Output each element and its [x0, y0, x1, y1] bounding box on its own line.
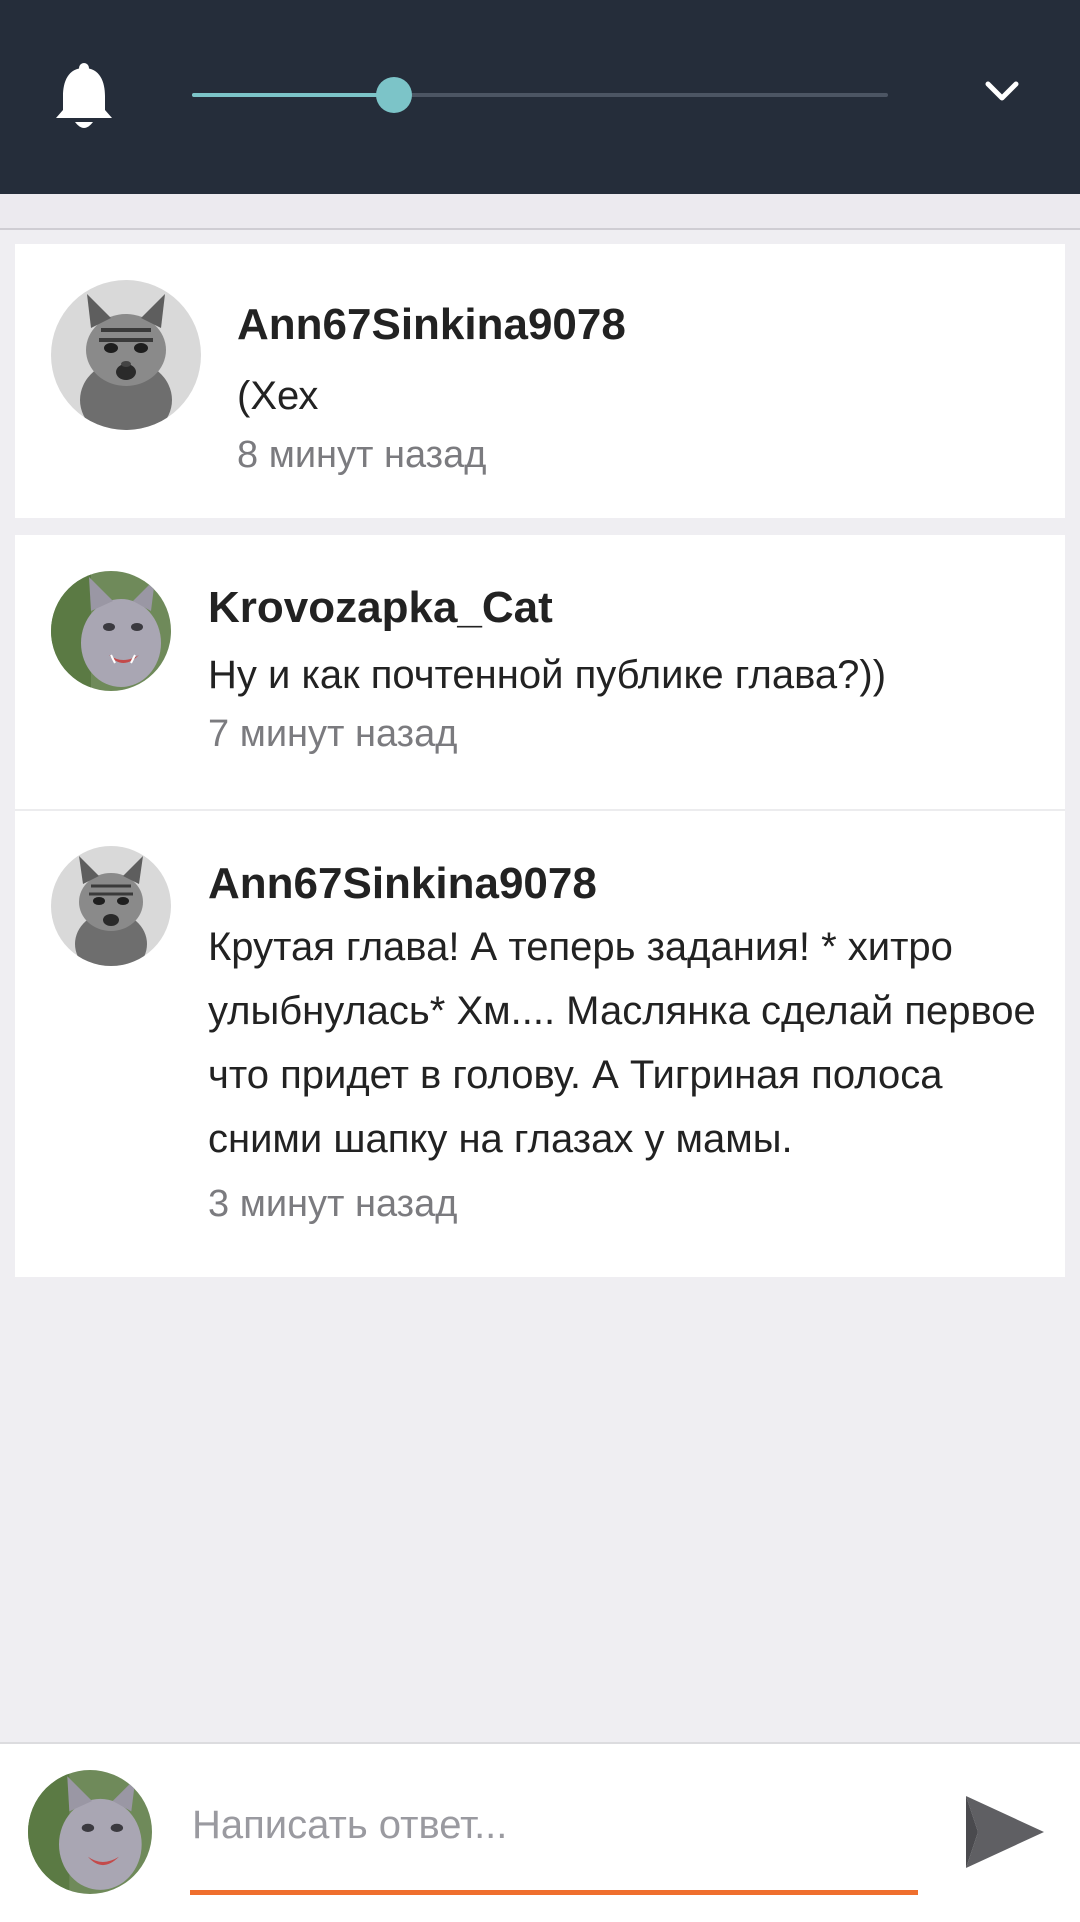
comment-username[interactable]: Ann67Sinkina9078 — [237, 300, 626, 350]
send-icon[interactable] — [962, 1790, 1046, 1874]
reply-input[interactable] — [190, 1784, 924, 1866]
comment-card: Krovozapka_Cat Ну и как почтенной публик… — [15, 535, 1065, 1277]
reply-input-underline — [190, 1890, 918, 1895]
avatar[interactable] — [51, 571, 171, 691]
bell-icon[interactable] — [54, 60, 114, 132]
top-bar — [0, 0, 1080, 194]
avatar[interactable] — [51, 280, 201, 430]
comment-text: Ну и как почтенной публике глава?)) — [208, 653, 887, 697]
comment-time: 7 минут назад — [208, 713, 458, 755]
avatar[interactable] — [51, 846, 171, 966]
comment-text: (Хех — [237, 374, 319, 418]
comment-time: 3 минут назад — [208, 1183, 458, 1225]
comment-text: Крутая глава! А теперь задания! * хитро … — [208, 925, 1036, 1161]
progress-slider[interactable] — [192, 77, 888, 113]
comment-separator — [15, 809, 1065, 811]
chevron-down-icon[interactable] — [982, 76, 1022, 108]
header-divider — [0, 194, 1080, 230]
comment-username[interactable]: Krovozapka_Cat — [208, 583, 553, 633]
comment-card: Ann67Sinkina9078 (Хех 8 минут назад — [15, 244, 1065, 518]
avatar — [28, 1770, 152, 1894]
slider-thumb[interactable] — [375, 77, 412, 113]
reply-bar — [0, 1742, 1080, 1922]
comment-username[interactable]: Ann67Sinkina9078 — [208, 859, 597, 909]
comment-time: 8 минут назад — [237, 434, 487, 476]
slider-fill — [192, 93, 394, 97]
